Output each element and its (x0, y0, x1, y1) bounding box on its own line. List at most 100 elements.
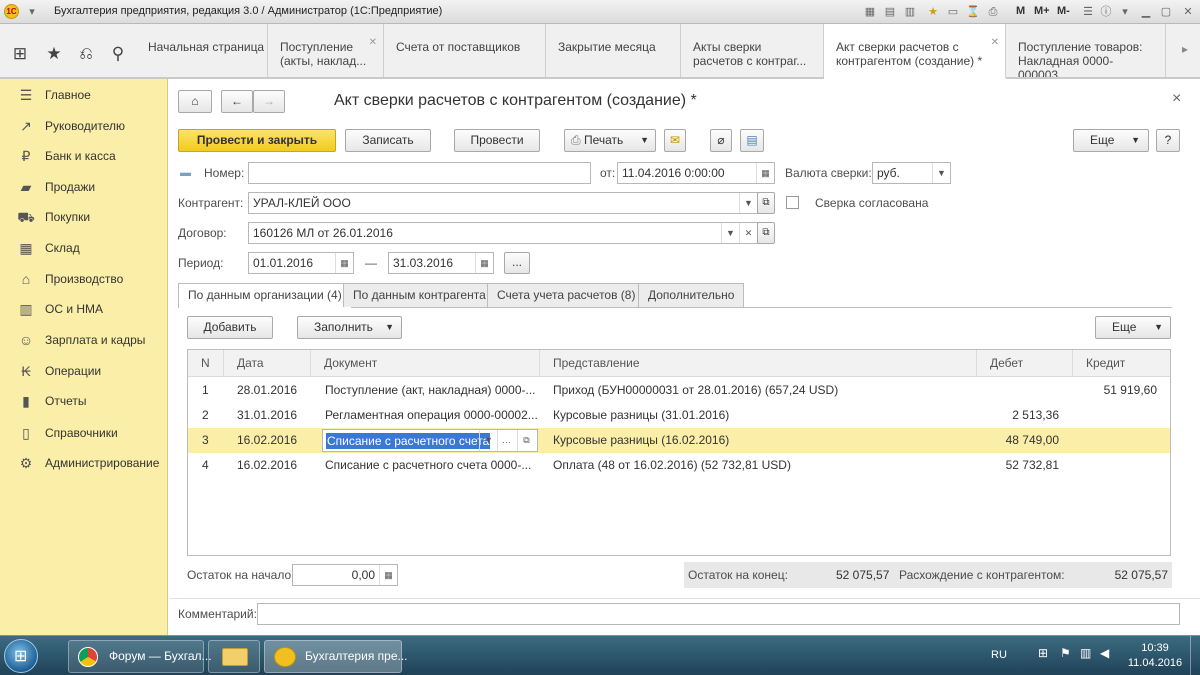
sidebar-item-sales[interactable]: ▰ Продажи (0, 172, 168, 203)
column-header[interactable]: Документ (311, 350, 540, 377)
sidebar-item-warehouse[interactable]: ▦ Склад (0, 233, 168, 264)
column-header[interactable]: Дебет (977, 350, 1073, 377)
tab-accounts[interactable]: Счета учета расчетов (8) (487, 283, 646, 307)
window-panel-icon[interactable]: ☰ (1080, 4, 1096, 20)
counterparty-field[interactable]: УРАЛ-КЛЕЙ ООО ▼ (248, 192, 758, 214)
open-icon[interactable]: ⧉ (517, 430, 535, 451)
favorite-icon[interactable]: ★ (925, 4, 941, 20)
document-cell-editor[interactable]: Списание с расчетного счета ▼ … ⧉ (322, 429, 538, 452)
column-header[interactable]: Представление (540, 350, 977, 377)
post-button[interactable]: Провести (454, 129, 540, 152)
fill-button[interactable]: Заполнить ▼ (297, 316, 402, 339)
email-button[interactable]: ✉ (664, 129, 686, 152)
sidebar-item-reports[interactable]: ▮ Отчеты (0, 386, 168, 417)
history-icon[interactable]: ⌛ (965, 4, 981, 20)
close-window-icon[interactable]: ✕ (1180, 4, 1196, 20)
submenu-icon[interactable]: ▾ (1117, 4, 1133, 20)
taskbar-item-browser[interactable]: Форум — Бухгал... (68, 640, 212, 673)
table-row[interactable]: 2 31.01.2016 Регламентная операция 0000-… (188, 403, 1170, 428)
tab-counterparty-data[interactable]: По данным контрагента (343, 283, 496, 307)
tab-home[interactable]: Начальная страница (136, 24, 268, 77)
tab-goods-receipt[interactable]: Поступление товаров: Накладная 0000-0000… (1006, 24, 1166, 77)
calculator-icon[interactable]: ▦ (379, 565, 397, 585)
sidebar-item-bank[interactable]: ₽ Банк и касса (0, 141, 168, 172)
home-button[interactable]: ⌂ (178, 90, 212, 113)
forward-button[interactable]: → (253, 90, 285, 113)
agreed-checkbox[interactable] (786, 196, 799, 209)
chevron-down-icon[interactable]: ▼ (721, 223, 739, 243)
memory-m-button[interactable]: M (1016, 5, 1025, 17)
close-tab-icon[interactable]: ✕ (369, 36, 377, 50)
more-actions-button[interactable]: Еще ▼ (1073, 129, 1149, 152)
tab-receipts[interactable]: Поступление (акты, наклад... ✕ (268, 24, 384, 77)
open-counterparty-button[interactable]: ⧉ (757, 192, 775, 214)
report-button[interactable]: ▤ (740, 129, 764, 152)
comment-field[interactable] (257, 603, 1180, 625)
memory-minus-button[interactable]: M- (1057, 5, 1070, 17)
calendar-icon[interactable]: ▦ (475, 253, 493, 273)
calendar-icon[interactable]: ▦ (756, 163, 774, 183)
column-header[interactable]: Кредит (1073, 350, 1170, 377)
post-and-close-button[interactable]: Провести и закрыть (178, 129, 336, 152)
number-field[interactable] (248, 162, 591, 184)
sections-grid-icon[interactable]: ⊞ (8, 42, 32, 66)
close-tab-icon[interactable]: ✕ (991, 36, 999, 50)
chevron-down-icon[interactable]: ▼ (479, 430, 497, 451)
column-header[interactable]: Дата (224, 350, 311, 377)
start-button[interactable]: ⊞ (4, 639, 38, 673)
toolbar-icon-3[interactable]: ▥ (902, 4, 918, 20)
period-from-field[interactable]: 01.01.2016 ▦ (248, 252, 354, 274)
sidebar-item-admin[interactable]: ⚙ Администрирование (0, 448, 168, 479)
add-row-button[interactable]: Добавить (187, 316, 273, 339)
table-more-button[interactable]: Еще ▼ (1095, 316, 1171, 339)
clock-time[interactable]: 10:39 (1130, 642, 1180, 654)
sidebar-item-purchases[interactable]: ⛟ Покупки (0, 202, 168, 233)
sidebar-item-manager[interactable]: ↗ Руководителю (0, 111, 168, 142)
print-dropdown-button[interactable]: ⎙ Печать ▼ (564, 129, 656, 152)
info-icon[interactable]: ⓘ (1098, 4, 1114, 20)
opening-balance-field[interactable]: 0,00 ▦ (292, 564, 398, 586)
period-to-field[interactable]: 31.03.2016 ▦ (388, 252, 494, 274)
clear-icon[interactable]: ✕ (739, 223, 757, 243)
taskbar-item-explorer[interactable] (208, 640, 260, 673)
search-icon[interactable]: ⚲ (106, 42, 130, 66)
help-button[interactable]: ? (1156, 129, 1180, 152)
period-select-button[interactable]: ... (504, 252, 530, 274)
copy-icon[interactable]: ▭ (945, 4, 961, 20)
sidebar-item-payroll[interactable]: ☺ Зарплата и кадры (0, 325, 168, 356)
toolbar-icon-2[interactable]: ▤ (882, 4, 898, 20)
tab-month-closing[interactable]: Закрытие месяца (546, 24, 681, 77)
open-contract-button[interactable]: ⧉ (757, 222, 775, 244)
tray-windows-icon[interactable]: ⊞ (1038, 646, 1048, 660)
language-indicator[interactable]: RU (991, 649, 1007, 661)
toolbar-icon-1[interactable]: ▦ (862, 4, 878, 20)
network-icon[interactable]: ▥ (1080, 646, 1091, 660)
window-menu-icon[interactable]: ▾ (24, 4, 40, 20)
maximize-icon[interactable]: ▢ (1158, 4, 1174, 20)
sidebar-item-assets[interactable]: ▥ ОС и НМА (0, 294, 168, 325)
close-form-icon[interactable]: × (1172, 90, 1181, 108)
tab-org-data[interactable]: По данным организации (4) (178, 283, 352, 308)
tabs-scroll-right-icon[interactable]: ▸ (1182, 42, 1188, 56)
history-icon[interactable]: ⎌ (74, 42, 98, 66)
chevron-down-icon[interactable]: ▼ (739, 193, 757, 213)
minimize-icon[interactable]: ▁ (1138, 4, 1154, 20)
sidebar-item-main[interactable]: ☰ Главное (0, 80, 168, 111)
select-ellipsis-icon[interactable]: … (497, 430, 515, 451)
calendar-icon[interactable]: ▦ (335, 253, 353, 273)
back-button[interactable]: ← (221, 90, 253, 113)
contract-field[interactable]: 160126 МЛ от 26.01.2016 ▼ ✕ (248, 222, 758, 244)
column-header[interactable]: N (188, 350, 224, 377)
sidebar-item-operations[interactable]: ₭ Операции (0, 356, 168, 387)
table-row-selected[interactable]: 3 16.02.2016 Списание с расчетного счета… (188, 428, 1170, 453)
sidebar-item-catalogs[interactable]: ▯ Справочники (0, 418, 168, 449)
volume-icon[interactable]: ◀ (1100, 646, 1109, 660)
tab-additional[interactable]: Дополнительно (638, 283, 745, 307)
taskbar-item-1c[interactable]: Бухгалтерия пре... (264, 640, 408, 673)
tray-flag-icon[interactable]: ⚑ (1060, 646, 1071, 660)
tab-supplier-invoices[interactable]: Счета от поставщиков (384, 24, 546, 77)
clock-date[interactable]: 11.04.2016 (1124, 657, 1186, 669)
memory-plus-button[interactable]: M+ (1034, 5, 1050, 17)
chevron-down-icon[interactable]: ▼ (932, 163, 950, 183)
tab-reconciliation-create[interactable]: Акт сверки расчетов с контрагентом (созд… (824, 24, 1006, 79)
